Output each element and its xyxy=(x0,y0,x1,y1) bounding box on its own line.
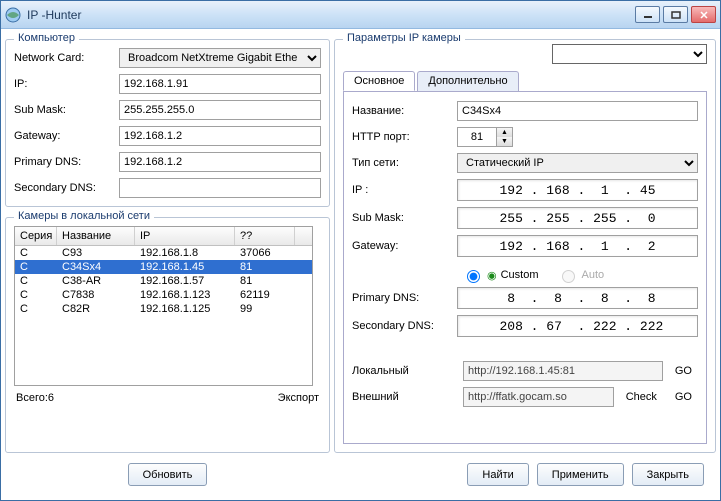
cam-gateway-label: Gateway: xyxy=(352,240,457,252)
external-go-button[interactable]: GO xyxy=(669,391,698,403)
table-row[interactable]: CC7838192.168.1.12362119 xyxy=(15,288,312,302)
external-url-field[interactable]: http://ffatk.gocam.so xyxy=(463,387,614,407)
cam-submask-label: Sub Mask: xyxy=(352,212,457,224)
close-app-button[interactable]: Закрыть xyxy=(632,463,704,486)
network-card-select[interactable]: Broadcom NetXtreme Gigabit Ethe xyxy=(119,48,321,68)
external-check-button[interactable]: Check xyxy=(620,391,663,403)
cam-primary-dns-label: Primary DNS: xyxy=(352,292,457,304)
local-go-button[interactable]: GO xyxy=(669,365,698,377)
local-url-field[interactable]: http://192.168.1.45:81 xyxy=(463,361,663,381)
cam-secondary-dns-field[interactable]: 208 . 67 . 222 . 222 xyxy=(457,315,698,337)
camera-selector[interactable] xyxy=(552,44,707,64)
table-row[interactable]: CC38-AR192.168.1.5781 xyxy=(15,274,312,288)
cell: C93 xyxy=(57,246,135,260)
cell: C xyxy=(15,274,57,288)
http-port-label: HTTP порт: xyxy=(352,131,457,143)
cell: C34Sx4 xyxy=(57,260,135,274)
cell: 81 xyxy=(235,274,295,288)
camera-list[interactable]: Серия Название IP ?? CC93192.168.1.83706… xyxy=(14,226,313,386)
cell: C7838 xyxy=(57,288,135,302)
local-link-label: Локальный xyxy=(352,365,457,377)
tab-main[interactable]: Основное xyxy=(343,71,415,91)
computer-legend: Компьютер xyxy=(14,32,79,44)
total-label: Всего:6 xyxy=(16,392,54,404)
cell: 192.168.1.57 xyxy=(135,274,235,288)
dns-custom-radio[interactable]: ◉ Custom xyxy=(462,267,539,283)
primary-dns-field[interactable] xyxy=(119,152,321,172)
net-type-select[interactable]: Статический IP xyxy=(457,153,698,173)
gateway-label: Gateway: xyxy=(14,130,119,142)
find-button[interactable]: Найти xyxy=(467,463,528,486)
camera-params-group: Параметры IP камеры Основное Дополнитель… xyxy=(334,39,716,453)
col-series[interactable]: Серия xyxy=(15,227,57,245)
table-row[interactable]: CC82R192.168.1.12599 xyxy=(15,302,312,316)
submask-field[interactable] xyxy=(119,100,321,120)
lan-cameras-legend: Камеры в локальной сети xyxy=(14,210,154,222)
list-header: Серия Название IP ?? xyxy=(15,227,312,246)
table-row[interactable]: CC93192.168.1.837066 xyxy=(15,246,312,260)
secondary-dns-field[interactable] xyxy=(119,178,321,198)
cell: 192.168.1.45 xyxy=(135,260,235,274)
secondary-dns-label: Secondary DNS: xyxy=(14,182,119,194)
cell: C82R xyxy=(57,302,135,316)
cam-primary-dns-field[interactable]: 8 . 8 . 8 . 8 xyxy=(457,287,698,309)
ip-label: IP: xyxy=(14,78,119,90)
maximize-button[interactable] xyxy=(663,6,688,23)
app-window: IP -Hunter Компьютер Network Card: Broad… xyxy=(0,0,721,501)
titlebar: IP -Hunter xyxy=(1,1,720,29)
cam-gateway-field[interactable]: 192 . 168 . 1 . 2 xyxy=(457,235,698,257)
camera-params-legend: Параметры IP камеры xyxy=(343,32,465,44)
lan-cameras-group: Камеры в локальной сети Серия Название I… xyxy=(5,217,330,453)
app-icon xyxy=(5,7,21,23)
refresh-button[interactable]: Обновить xyxy=(128,463,208,486)
cell: C xyxy=(15,302,57,316)
cell: 62119 xyxy=(235,288,295,302)
col-ip[interactable]: IP xyxy=(135,227,235,245)
tab-extra[interactable]: Дополнительно xyxy=(417,71,518,91)
gateway-field[interactable] xyxy=(119,126,321,146)
spin-down-icon[interactable]: ▼ xyxy=(497,137,512,146)
cell: 192.168.1.8 xyxy=(135,246,235,260)
cam-name-label: Название: xyxy=(352,105,457,117)
window-title: IP -Hunter xyxy=(27,8,635,22)
table-row[interactable]: CC34Sx4192.168.1.4581 xyxy=(15,260,312,274)
cam-secondary-dns-label: Secondary DNS: xyxy=(352,320,457,332)
apply-button[interactable]: Применить xyxy=(537,463,624,486)
cell: C xyxy=(15,288,57,302)
cell: 192.168.1.125 xyxy=(135,302,235,316)
col-name[interactable]: Название xyxy=(57,227,135,245)
spin-up-icon[interactable]: ▲ xyxy=(497,128,512,137)
cam-ip-label: IP : xyxy=(352,184,457,196)
col-port[interactable]: ?? xyxy=(235,227,295,245)
external-link-label: Внешний xyxy=(352,391,457,403)
http-port-field[interactable] xyxy=(457,127,497,147)
cell: 192.168.1.123 xyxy=(135,288,235,302)
cell: 81 xyxy=(235,260,295,274)
submask-label: Sub Mask: xyxy=(14,104,119,116)
cell: 99 xyxy=(235,302,295,316)
cam-ip-field[interactable]: 192 . 168 . 1 . 45 xyxy=(457,179,698,201)
http-port-spinner[interactable]: ▲▼ xyxy=(497,127,513,147)
minimize-button[interactable] xyxy=(635,6,660,23)
dns-auto-radio: Auto xyxy=(557,267,605,283)
cell: C xyxy=(15,260,57,274)
cell: C38-AR xyxy=(57,274,135,288)
export-link[interactable]: Экспорт xyxy=(278,392,319,404)
cell: 37066 xyxy=(235,246,295,260)
computer-group: Компьютер Network Card: Broadcom NetXtre… xyxy=(5,39,330,207)
network-card-label: Network Card: xyxy=(14,52,119,64)
tab-body: Название: HTTP порт: ▲▼ Тип се xyxy=(343,91,707,444)
close-button[interactable] xyxy=(691,6,716,23)
net-type-label: Тип сети: xyxy=(352,157,457,169)
cam-name-field[interactable] xyxy=(457,101,698,121)
cam-submask-field[interactable]: 255 . 255 . 255 . 0 xyxy=(457,207,698,229)
ip-field[interactable] xyxy=(119,74,321,94)
cell: C xyxy=(15,246,57,260)
primary-dns-label: Primary DNS: xyxy=(14,156,119,168)
